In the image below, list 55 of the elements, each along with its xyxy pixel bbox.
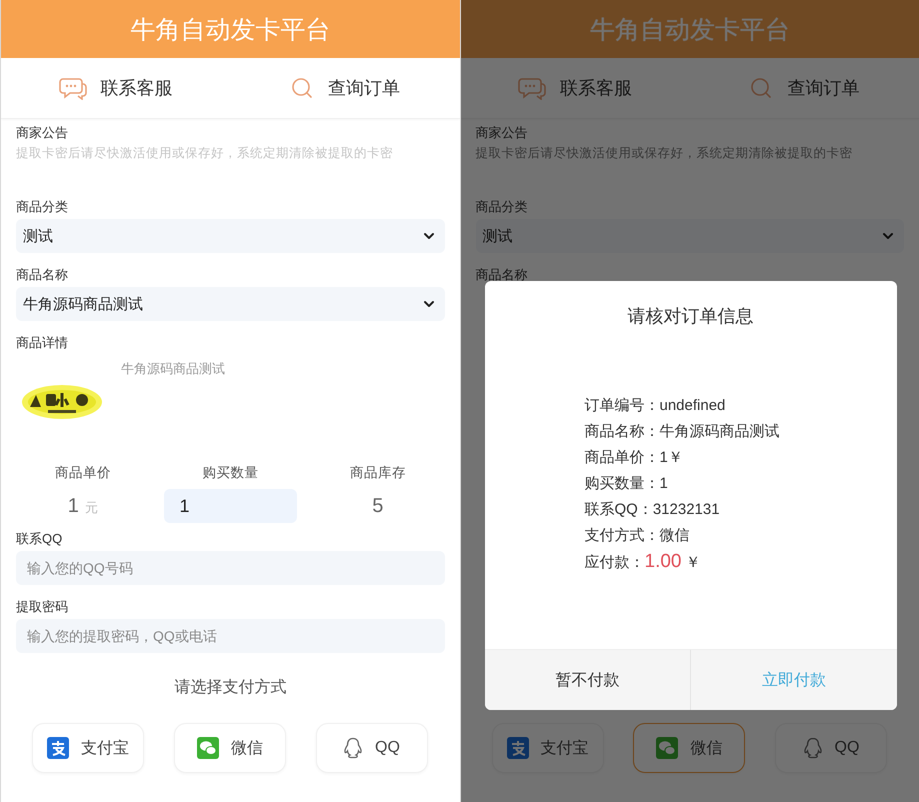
field-label: 提取密码 <box>16 598 68 616</box>
contact-service-button[interactable]: 联系客服 <box>1 58 230 118</box>
field-label: 商品分类 <box>16 198 68 216</box>
notice-label: 商家公告 <box>16 124 68 142</box>
field-label: 商品名称 <box>16 266 68 284</box>
search-icon <box>749 76 774 100</box>
stat-label: 购买数量 <box>202 464 258 482</box>
unit-price: 1 元 <box>68 494 98 518</box>
payment-option[interactable]: 支付宝 <box>32 723 144 773</box>
payment-option[interactable]: 支付宝 <box>492 723 604 773</box>
category-select[interactable]: 测试 <box>16 219 444 253</box>
order-info-line: 商品名称：牛角源码商品测试 <box>584 422 780 442</box>
penguin-icon <box>343 737 364 759</box>
contact-service-button[interactable]: 联系客服 <box>460 58 690 118</box>
site-title: 牛角自动发卡平台 <box>130 14 330 46</box>
dialog-title: 请核对订单信息 <box>628 305 754 328</box>
password-input[interactable]: 输入您的提取密码，QQ或电话 <box>16 619 444 653</box>
stock-count: 5 <box>372 494 384 518</box>
notice-text: 提取卡密后请尽快激活使用或保存好，系统定期清除被提取的卡密 <box>476 145 852 162</box>
order-info-line: 购买数量：1 <box>584 474 668 494</box>
qq-input[interactable]: 输入您的QQ号码 <box>16 551 444 585</box>
product-description: 牛角源码商品测试 <box>121 360 225 378</box>
order-info-line: 支付方式：微信 <box>584 526 690 546</box>
field-label: 商品详情 <box>16 334 68 352</box>
order-info-line: 订单编号：undefined <box>584 396 726 416</box>
stat-label: 商品单价 <box>54 464 111 482</box>
quantity-input[interactable]: 1 <box>164 489 297 523</box>
category-select[interactable]: 测试 <box>476 219 904 253</box>
chat-bubbles-icon <box>518 76 546 100</box>
amount-due-line: 应付款：1.00 ￥ <box>584 551 701 574</box>
payment-heading: 请选择支付方式 <box>174 678 286 698</box>
payment-option[interactable]: QQ <box>316 723 428 773</box>
notice-text: 提取卡密后请尽快激活使用或保存好，系统定期清除被提取的卡密 <box>16 145 393 162</box>
product-select[interactable]: 牛角源码商品测试 <box>16 287 444 321</box>
cancel-button[interactable]: 暂不付款 <box>484 650 690 710</box>
wechat-icon <box>196 737 219 759</box>
payment-option[interactable]: 微信 <box>174 723 286 773</box>
field-label: 商品分类 <box>476 198 528 216</box>
query-order-button[interactable]: 查询订单 <box>230 58 460 118</box>
wechat-icon <box>656 737 678 759</box>
field-label: 联系QQ <box>16 530 62 548</box>
alipay-icon <box>506 737 528 759</box>
penguin-icon <box>802 737 823 759</box>
site-title: 牛角自动发卡平台 <box>590 14 790 46</box>
alipay-icon <box>47 737 69 759</box>
chat-bubbles-icon <box>58 76 87 100</box>
order-info-line: 商品单价：1￥ <box>584 448 683 468</box>
search-icon <box>290 76 314 100</box>
field-label: 商品名称 <box>476 266 528 284</box>
payment-option[interactable]: QQ <box>775 723 887 773</box>
payment-option[interactable]: 微信 <box>633 723 746 773</box>
stat-label: 商品库存 <box>350 464 406 482</box>
query-order-button[interactable]: 查询订单 <box>690 58 919 118</box>
notice-label: 商家公告 <box>476 124 528 142</box>
order-info-line: 联系QQ：31232131 <box>584 500 720 520</box>
